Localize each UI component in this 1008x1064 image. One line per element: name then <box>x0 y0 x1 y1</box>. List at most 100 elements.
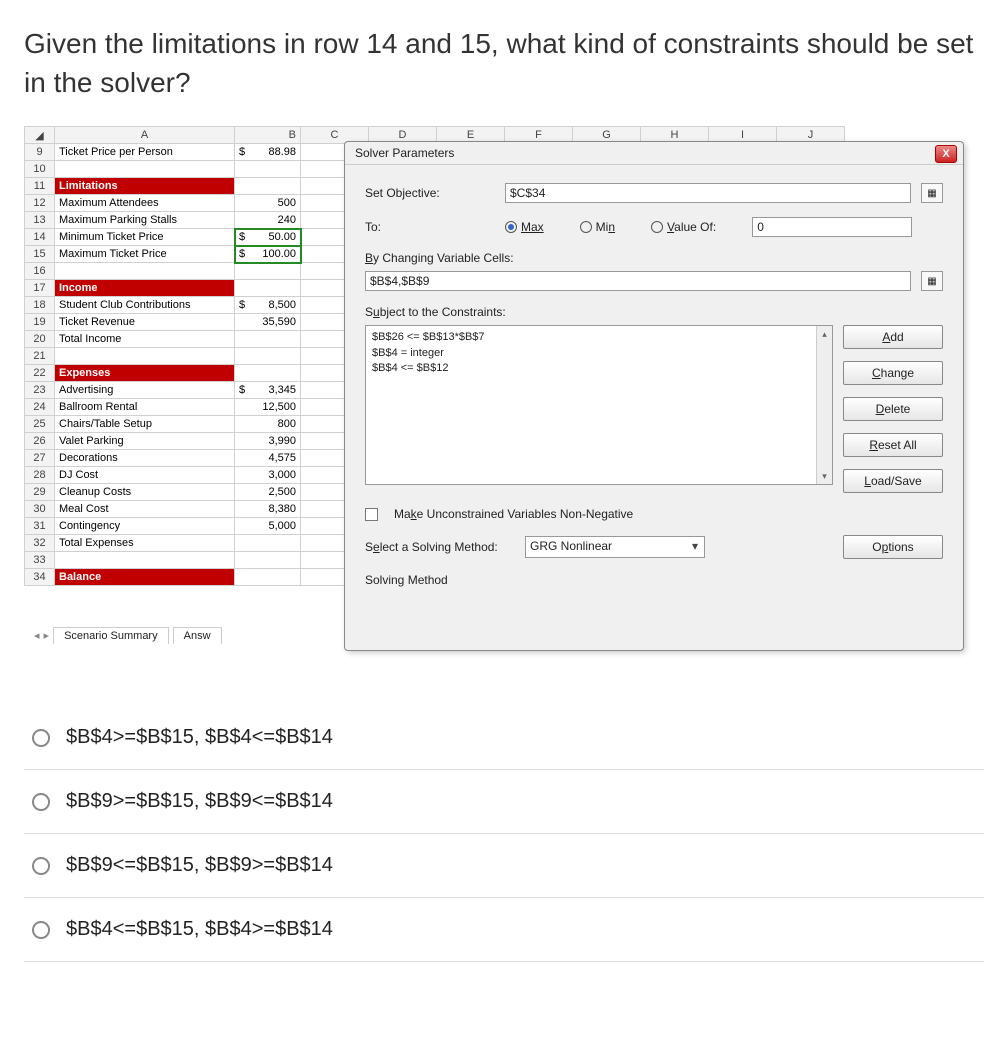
constraint-item[interactable]: $B$4 = integer <box>372 346 826 361</box>
radio-min[interactable]: Min <box>580 220 615 234</box>
row-header[interactable]: 25 <box>25 416 55 433</box>
cell[interactable]: Ticket Price per Person <box>55 144 235 161</box>
cell[interactable]: Decorations <box>55 450 235 467</box>
cell[interactable] <box>235 161 301 178</box>
cell[interactable]: 3,000 <box>235 467 301 484</box>
range-picker-icon[interactable]: ▦ <box>921 271 943 291</box>
cell[interactable]: 12,500 <box>235 399 301 416</box>
bychanging-input[interactable]: $B$4,$B$9 <box>365 271 911 291</box>
sheet-tab[interactable]: Scenario Summary <box>53 627 169 644</box>
cell[interactable]: 2,500 <box>235 484 301 501</box>
cell[interactable]: 500 <box>235 195 301 212</box>
cell[interactable]: 8,380 <box>235 501 301 518</box>
cell[interactable]: Valet Parking <box>55 433 235 450</box>
cell[interactable]: Cleanup Costs <box>55 484 235 501</box>
row-header[interactable]: 16 <box>25 263 55 280</box>
cell[interactable] <box>235 552 301 569</box>
range-picker-icon[interactable]: ▦ <box>921 183 943 203</box>
tab-nav-next[interactable]: ▸ <box>44 629 50 642</box>
cell[interactable]: Meal Cost <box>55 501 235 518</box>
cell[interactable] <box>235 535 301 552</box>
radio-valueof[interactable]: Value Of: <box>651 220 716 234</box>
cell[interactable]: $3,345 <box>235 382 301 399</box>
cell[interactable]: Maximum Ticket Price <box>55 246 235 263</box>
cell[interactable] <box>235 348 301 365</box>
row-header[interactable]: 18 <box>25 297 55 314</box>
cell[interactable]: Balance <box>55 569 235 586</box>
row-header[interactable]: 11 <box>25 178 55 195</box>
option-d[interactable]: $B$4<=$B$15, $B$4>=$B$14 <box>24 898 984 962</box>
row-header[interactable]: 27 <box>25 450 55 467</box>
cell[interactable]: Advertising <box>55 382 235 399</box>
option-c[interactable]: $B$9<=$B$15, $B$9>=$B$14 <box>24 834 984 898</box>
radio-max[interactable]: Max <box>505 220 544 234</box>
cell[interactable]: Minimum Ticket Price <box>55 229 235 246</box>
sheet-tab[interactable]: Answ <box>173 627 222 644</box>
close-icon[interactable]: X <box>935 145 957 163</box>
select-all-cell[interactable]: ◢ <box>25 127 55 144</box>
cell[interactable]: Chairs/Table Setup <box>55 416 235 433</box>
col-header[interactable]: A <box>55 127 235 144</box>
cell[interactable]: 5,000 <box>235 518 301 535</box>
row-header[interactable]: 24 <box>25 399 55 416</box>
row-header[interactable]: 22 <box>25 365 55 382</box>
cell[interactable] <box>55 348 235 365</box>
cell[interactable] <box>235 569 301 586</box>
cell[interactable]: $100.00 <box>235 246 301 263</box>
cell[interactable]: $88.98 <box>235 144 301 161</box>
delete-button[interactable]: Delete <box>843 397 943 421</box>
load-save-button[interactable]: Load/Save <box>843 469 943 493</box>
cell[interactable]: 240 <box>235 212 301 229</box>
tab-nav-prev[interactable]: ◂ <box>34 629 40 642</box>
cell[interactable]: Total Expenses <box>55 535 235 552</box>
row-header[interactable]: 26 <box>25 433 55 450</box>
constraint-item[interactable]: $B$26 <= $B$13*$B$7 <box>372 330 826 345</box>
constraint-item[interactable]: $B$4 <= $B$12 <box>372 361 826 376</box>
cell[interactable]: 800 <box>235 416 301 433</box>
cell[interactable] <box>235 365 301 382</box>
row-header[interactable]: 31 <box>25 518 55 535</box>
row-header[interactable]: 30 <box>25 501 55 518</box>
cell[interactable]: Student Club Contributions <box>55 297 235 314</box>
row-header[interactable]: 21 <box>25 348 55 365</box>
cell[interactable]: Maximum Attendees <box>55 195 235 212</box>
row-header[interactable]: 9 <box>25 144 55 161</box>
row-header[interactable]: 34 <box>25 569 55 586</box>
constraints-listbox[interactable]: $B$26 <= $B$13*$B$7 $B$4 = integer $B$4 … <box>365 325 833 485</box>
reset-all-button[interactable]: Reset All <box>843 433 943 457</box>
cell[interactable] <box>235 178 301 195</box>
row-header[interactable]: 14 <box>25 229 55 246</box>
row-header[interactable]: 15 <box>25 246 55 263</box>
cell[interactable]: Contingency <box>55 518 235 535</box>
row-header[interactable]: 29 <box>25 484 55 501</box>
cell[interactable]: Ballroom Rental <box>55 399 235 416</box>
cell[interactable] <box>55 161 235 178</box>
col-header[interactable]: B <box>235 127 301 144</box>
make-unconstrained-checkbox[interactable] <box>365 508 378 521</box>
cell[interactable]: DJ Cost <box>55 467 235 484</box>
cell[interactable]: $8,500 <box>235 297 301 314</box>
cell[interactable]: 4,575 <box>235 450 301 467</box>
options-button[interactable]: Options <box>843 535 943 559</box>
row-header[interactable]: 12 <box>25 195 55 212</box>
row-header[interactable]: 20 <box>25 331 55 348</box>
cell[interactable]: Total Income <box>55 331 235 348</box>
row-header[interactable]: 13 <box>25 212 55 229</box>
cell[interactable]: Maximum Parking Stalls <box>55 212 235 229</box>
cell[interactable]: Limitations <box>55 178 235 195</box>
solving-method-select[interactable]: GRG Nonlinear <box>525 536 705 558</box>
cell[interactable] <box>55 263 235 280</box>
change-button[interactable]: Change <box>843 361 943 385</box>
cell[interactable]: $50.00 <box>235 229 301 246</box>
row-header[interactable]: 28 <box>25 467 55 484</box>
option-b[interactable]: $B$9>=$B$15, $B$9<=$B$14 <box>24 770 984 834</box>
cell[interactable] <box>235 331 301 348</box>
row-header[interactable]: 33 <box>25 552 55 569</box>
row-header[interactable]: 23 <box>25 382 55 399</box>
option-a[interactable]: $B$4>=$B$15, $B$4<=$B$14 <box>24 706 984 770</box>
cell[interactable]: Expenses <box>55 365 235 382</box>
cell[interactable]: Ticket Revenue <box>55 314 235 331</box>
cell[interactable]: 3,990 <box>235 433 301 450</box>
valueof-input[interactable]: 0 <box>752 217 912 237</box>
cell[interactable] <box>235 280 301 297</box>
